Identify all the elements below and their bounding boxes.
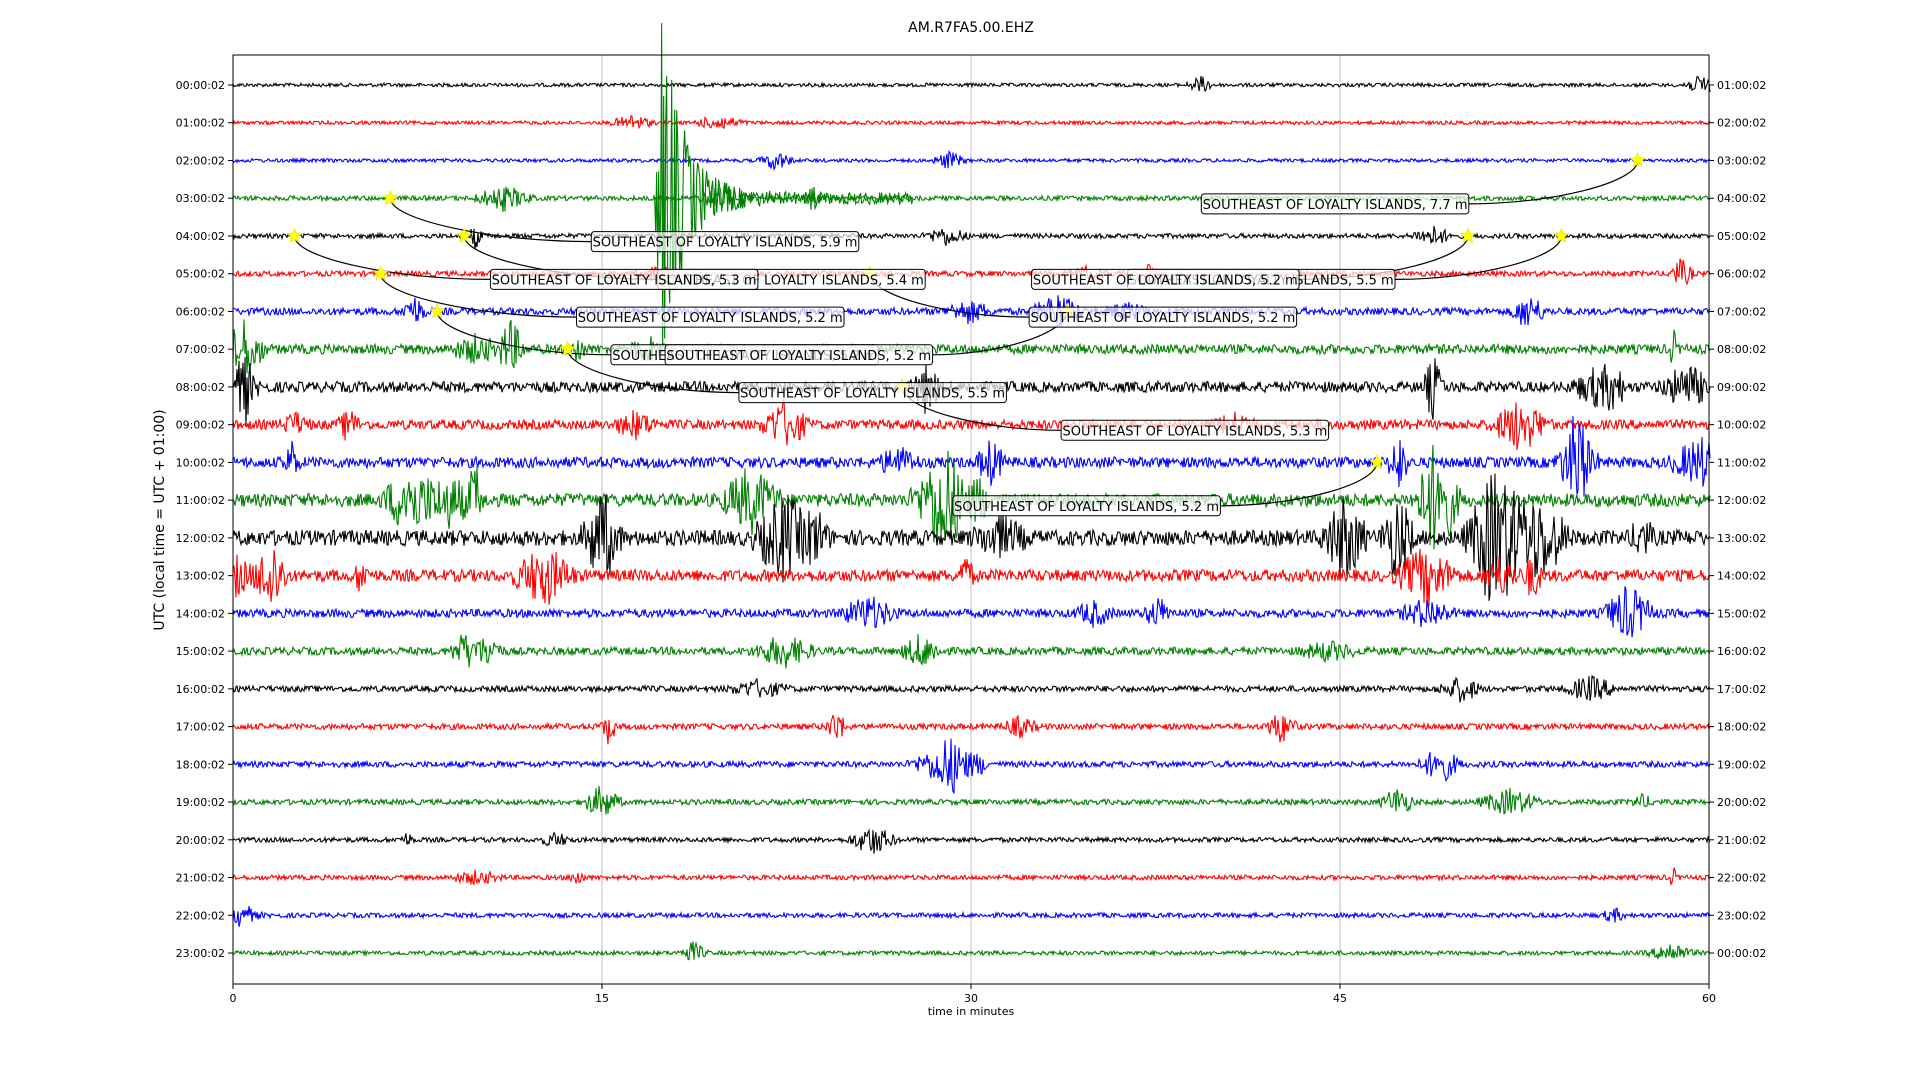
x-axis-label: time in minutes — [928, 1005, 1015, 1018]
x-tick-label: 30 — [964, 992, 978, 1005]
row-time-label-right: 15:00:02 — [1717, 607, 1766, 620]
x-tick-label: 45 — [1333, 992, 1347, 1005]
row-time-label-right: 03:00:02 — [1717, 154, 1766, 167]
row-time-label-left: 08:00:02 — [176, 381, 225, 394]
row-time-label-left: 02:00:02 — [176, 154, 225, 167]
y-axis-label: UTC (local time = UTC + 01:00) — [152, 409, 168, 630]
row-time-label-left: 06:00:02 — [176, 305, 225, 318]
event-label: SOUTHEAST OF LOYALTY ISLANDS, 7.7 m — [1203, 198, 1468, 213]
event-label: SOUTHEAST OF LOYALTY ISLANDS, 5.9 m — [593, 236, 858, 251]
row-time-label-left: 10:00:02 — [176, 456, 225, 469]
event-connector — [1394, 235, 1562, 280]
x-tick-label: 15 — [595, 992, 609, 1005]
row-time-label-right: 12:00:02 — [1717, 494, 1766, 507]
row-time-label-left: 21:00:02 — [176, 872, 225, 885]
trace-rows — [232, 23, 1711, 961]
row-time-label-right: 08:00:02 — [1717, 343, 1766, 356]
row-time-label-left: 07:00:02 — [176, 343, 225, 356]
trace-row-17 — [232, 714, 1711, 745]
main-quake-waveform — [653, 23, 914, 353]
row-time-label-right: 07:00:02 — [1717, 305, 1766, 318]
row-time-label-left: 14:00:02 — [176, 607, 225, 620]
event-star-marker — [1553, 227, 1570, 243]
event-label: SOUTHEAST OF LOYALTY ISLANDS, 5.3 m — [492, 273, 757, 288]
row-time-label-left: 05:00:02 — [176, 268, 225, 281]
trace-row-2 — [232, 150, 1711, 172]
row-time-label-right: 10:00:02 — [1717, 419, 1766, 432]
x-tick-label: 60 — [1702, 992, 1716, 1005]
row-time-label-right: 22:00:02 — [1717, 872, 1766, 885]
trace-row-21 — [232, 867, 1711, 887]
trace-row-4 — [232, 225, 1711, 250]
trace-row-22 — [232, 905, 1711, 927]
row-time-label-left: 11:00:02 — [176, 494, 225, 507]
row-time-label-right: 14:00:02 — [1717, 570, 1766, 583]
event-label: SOUTHEAST OF LOYALTY ISLANDS, 5.5 m — [740, 387, 1005, 402]
seismogram-plot: AM.R7FA5.00.EHZ time in minutes UTC (loc… — [152, 20, 1766, 1018]
trace-row-6 — [232, 295, 1711, 326]
row-time-label-right: 17:00:02 — [1717, 683, 1766, 696]
trace-row-18 — [232, 738, 1711, 795]
event-label: SOUTHEAST OF LOYALTY ISLANDS, 5.2 m — [578, 311, 843, 326]
row-time-label-left: 13:00:02 — [176, 570, 225, 583]
row-time-label-left: 17:00:02 — [176, 721, 225, 734]
row-time-label-left: 19:00:02 — [176, 796, 225, 809]
event-star-marker — [286, 227, 303, 243]
row-time-label-right: 01:00:02 — [1717, 79, 1766, 92]
x-tick-label: 0 — [230, 992, 237, 1005]
row-time-label-left: 04:00:02 — [176, 230, 225, 243]
row-time-label-right: 21:00:02 — [1717, 834, 1766, 847]
event-star-marker — [455, 227, 473, 243]
row-time-label-left: 12:00:02 — [176, 532, 225, 545]
trace-row-7 — [232, 319, 1711, 374]
trace-row-9 — [232, 397, 1711, 451]
row-time-label-left: 20:00:02 — [176, 834, 225, 847]
row-time-label-right: 13:00:02 — [1717, 532, 1766, 545]
trace-row-3 — [232, 183, 1711, 213]
row-time-label-left: 16:00:02 — [176, 683, 225, 696]
trace-row-23 — [232, 941, 1711, 961]
event-label: SOUTHEAST OF LOYALTY ISLANDS, 5.2 m — [666, 349, 931, 364]
trace-row-20 — [232, 828, 1711, 854]
row-time-label-right: 11:00:02 — [1717, 456, 1766, 469]
row-time-label-left: 00:00:02 — [176, 79, 225, 92]
trace-row-15 — [232, 633, 1710, 669]
event-star-marker — [1629, 151, 1646, 168]
row-time-label-left: 09:00:02 — [176, 419, 225, 432]
row-time-label-right: 02:00:02 — [1717, 117, 1766, 130]
event-star-marker — [372, 265, 389, 281]
row-time-label-right: 04:00:02 — [1717, 192, 1766, 205]
row-time-label-right: 06:00:02 — [1717, 268, 1766, 281]
row-time-label-right: 20:00:02 — [1717, 796, 1766, 809]
event-star-marker — [1368, 453, 1386, 470]
row-time-label-left: 15:00:02 — [176, 645, 225, 658]
trace-row-1 — [232, 114, 1711, 130]
row-time-label-left: 03:00:02 — [176, 192, 225, 205]
chart-title: AM.R7FA5.00.EHZ — [908, 20, 1034, 36]
row-time-label-right: 09:00:02 — [1717, 381, 1766, 394]
row-time-label-right: 19:00:02 — [1717, 758, 1766, 771]
event-labels: SOUTHEAST OF LOYALTY ISLANDS, 7.7 m SOUTH… — [489, 193, 1470, 517]
row-time-label-right: 18:00:02 — [1717, 721, 1766, 734]
event-star-marker — [382, 189, 399, 206]
row-time-label-right: 05:00:02 — [1717, 230, 1766, 243]
event-label: SOUTHEAST OF LOYALTY ISLANDS, 5.2 m — [954, 500, 1219, 515]
row-time-label-right: 16:00:02 — [1717, 645, 1766, 658]
trace-row-5 — [232, 258, 1711, 286]
row-time-label-left: 18:00:02 — [176, 758, 225, 771]
event-label: SOUTHEAST OF LOYALTY ISLANDS, 5.2 m — [1030, 311, 1295, 326]
event-label: SOUTHEAST OF LOYALTY ISLANDS, 5.3 m — [1062, 424, 1327, 439]
row-time-label-left: 22:00:02 — [176, 909, 225, 922]
event-label: SOUTHEAST OF LOYALTY ISLANDS, 5.2 m — [1033, 273, 1298, 288]
event-star-marker — [428, 302, 446, 319]
trace-row-16 — [232, 675, 1711, 703]
event-star-marker — [1459, 227, 1477, 243]
row-time-label-right: 00:00:02 — [1717, 947, 1766, 960]
event-connector — [293, 235, 491, 280]
row-time-label-left: 01:00:02 — [176, 117, 225, 130]
trace-row-19 — [232, 786, 1711, 815]
trace-row-0 — [232, 76, 1711, 93]
row-time-label-left: 23:00:02 — [176, 947, 225, 960]
row-time-label-right: 23:00:02 — [1717, 909, 1766, 922]
